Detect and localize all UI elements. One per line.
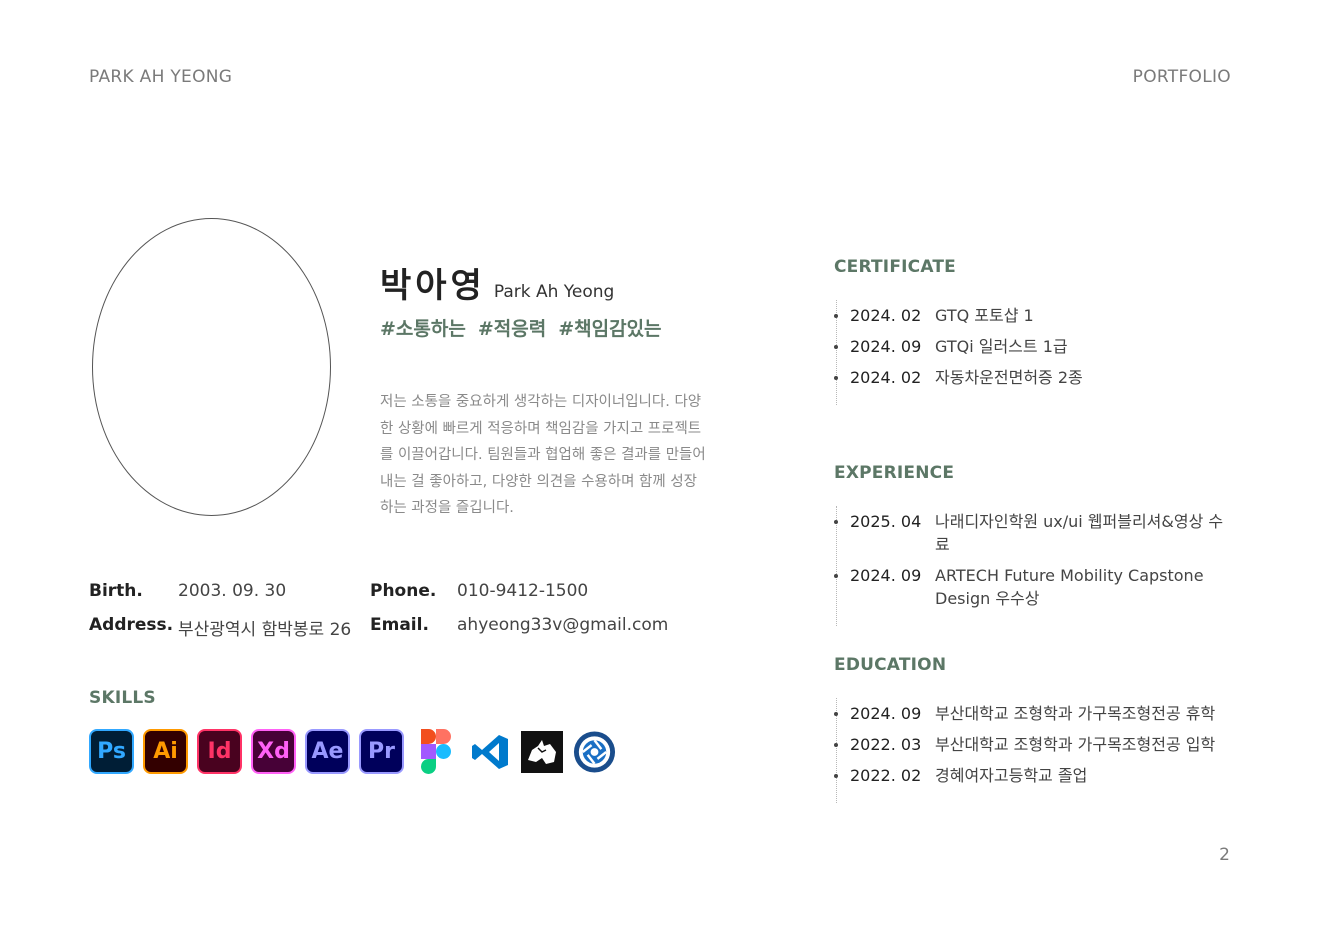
intro-line: 를 이끌어갑니다. 팀원들과 협업해 좋은 결과를 만들어 xyxy=(380,447,706,463)
bullet-icon xyxy=(834,345,838,349)
page-number: 2 xyxy=(1219,845,1230,865)
address-label: Address. xyxy=(89,615,174,635)
certificate-list: 2024. 02 GTQ 포토샵 1 2024. 09 GTQi 일러스트 1급… xyxy=(834,300,1235,405)
entry-date: 2024. 09 xyxy=(850,704,922,723)
entry-date: 2025. 04 xyxy=(850,512,922,531)
entry-date: 2024. 09 xyxy=(850,337,922,356)
email-label: Email. xyxy=(370,615,429,635)
keyword-tags: #소통하는 #적응력 #책임감있는 xyxy=(380,314,662,341)
education-title: EDUCATION xyxy=(834,655,947,675)
intro-line: 내는 걸 좋아하고, 다양한 의견을 수용하며 함께 성장 xyxy=(380,473,698,490)
education-list: 2024. 09 부산대학교 조형학과 가구목조형전공 휴학 2022. 03 … xyxy=(834,698,1235,803)
tag: #소통하는 xyxy=(380,318,466,340)
rhino-icon xyxy=(521,730,563,773)
intro-line: 저는 소통을 중요하게 생각하는 디자이너입니다. 다양 xyxy=(380,394,702,410)
entry-desc: GTQi 일러스트 1급 xyxy=(935,337,1068,356)
bullet-icon xyxy=(834,712,838,716)
entry-desc: 부산대학교 조형학과 가구목조형전공 휴학 xyxy=(935,704,1216,723)
tag: #책임감있는 xyxy=(558,318,662,340)
intro-text: 저는 소통을 중요하게 생각하는 디자이너입니다. 다양 한 상황에 빠르게 적… xyxy=(380,389,736,522)
list-item: 2024. 02 자동차운전면허증 2종 xyxy=(834,366,1235,389)
bullet-icon xyxy=(834,520,838,524)
profile-photo-placeholder xyxy=(92,218,331,516)
vscode-icon xyxy=(467,729,512,774)
entry-date: 2022. 03 xyxy=(850,735,922,754)
bullet-icon xyxy=(834,376,838,380)
list-item: 2024. 09 ARTECH Future Mobility Capstone… xyxy=(834,564,1235,610)
phone-value: 010-9412-1500 xyxy=(457,581,589,601)
name-row: 박아영 Park Ah Yeong xyxy=(380,258,614,307)
list-item: 2024. 09 GTQi 일러스트 1급 xyxy=(834,335,1235,358)
entry-date: 2024. 02 xyxy=(850,368,922,387)
bullet-icon xyxy=(834,574,838,578)
list-item: 2024. 02 GTQ 포토샵 1 xyxy=(834,304,1235,327)
list-item: 2022. 02 경혜여자고등학교 졸업 xyxy=(834,764,1235,787)
bullet-icon xyxy=(834,314,838,318)
header-name: PARK AH YEONG xyxy=(89,67,233,87)
skills-title: SKILLS xyxy=(89,688,156,708)
header-portfolio: PORTFOLIO xyxy=(1132,67,1231,87)
indesign-icon: Id xyxy=(197,729,242,774)
birth-label: Birth. xyxy=(89,581,143,601)
email-value[interactable]: ahyeong33v@gmail.com xyxy=(457,615,668,635)
illustrator-icon: Ai xyxy=(143,729,188,774)
list-item: 2022. 03 부산대학교 조형학과 가구목조형전공 입학 xyxy=(834,733,1235,756)
certificate-title: CERTIFICATE xyxy=(834,257,956,277)
skills-icons: Ps Ai Id Xd Ae Pr xyxy=(89,729,626,774)
list-item: 2025. 04 나래디자인학원 ux/ui 웹퍼블리셔&영상 수료 xyxy=(834,510,1235,556)
keyshot-icon xyxy=(572,729,617,774)
photoshop-icon: Ps xyxy=(89,729,134,774)
entry-desc: 부산대학교 조형학과 가구목조형전공 입학 xyxy=(935,735,1216,754)
experience-title: EXPERIENCE xyxy=(834,463,955,483)
after-effects-icon: Ae xyxy=(305,729,350,774)
tag: #적응력 xyxy=(477,318,547,340)
experience-list: 2025. 04 나래디자인학원 ux/ui 웹퍼블리셔&영상 수료 2024.… xyxy=(834,506,1235,626)
intro-line: 한 상황에 빠르게 적응하며 책임감을 가지고 프로젝트 xyxy=(380,420,702,437)
entry-desc: GTQ 포토샵 1 xyxy=(935,306,1034,325)
address-value: 부산광역시 함박봉로 26 xyxy=(178,620,352,640)
name-english: Park Ah Yeong xyxy=(493,282,615,302)
entry-desc: 나래디자인학원 ux/ui 웹퍼블리셔&영상 수료 xyxy=(935,512,1224,554)
list-item: 2024. 09 부산대학교 조형학과 가구목조형전공 휴학 xyxy=(834,702,1235,725)
entry-desc: 경혜여자고등학교 졸업 xyxy=(935,766,1088,785)
entry-date: 2022. 02 xyxy=(850,766,922,785)
bullet-icon xyxy=(834,774,838,778)
name-korean: 박아영 xyxy=(380,266,486,306)
phone-label: Phone. xyxy=(370,581,437,601)
entry-desc: ARTECH Future Mobility Capstone Design 우… xyxy=(935,566,1204,608)
entry-date: 2024. 09 xyxy=(850,566,922,585)
birth-value: 2003. 09. 30 xyxy=(178,581,287,601)
premiere-icon: Pr xyxy=(359,729,404,774)
entry-desc: 자동차운전면허증 2종 xyxy=(935,368,1083,387)
figma-icon xyxy=(413,729,458,774)
entry-date: 2024. 02 xyxy=(850,306,922,325)
intro-line: 하는 과정을 즐깁니다. xyxy=(380,500,514,516)
xd-icon: Xd xyxy=(251,729,296,774)
bullet-icon xyxy=(834,743,838,747)
